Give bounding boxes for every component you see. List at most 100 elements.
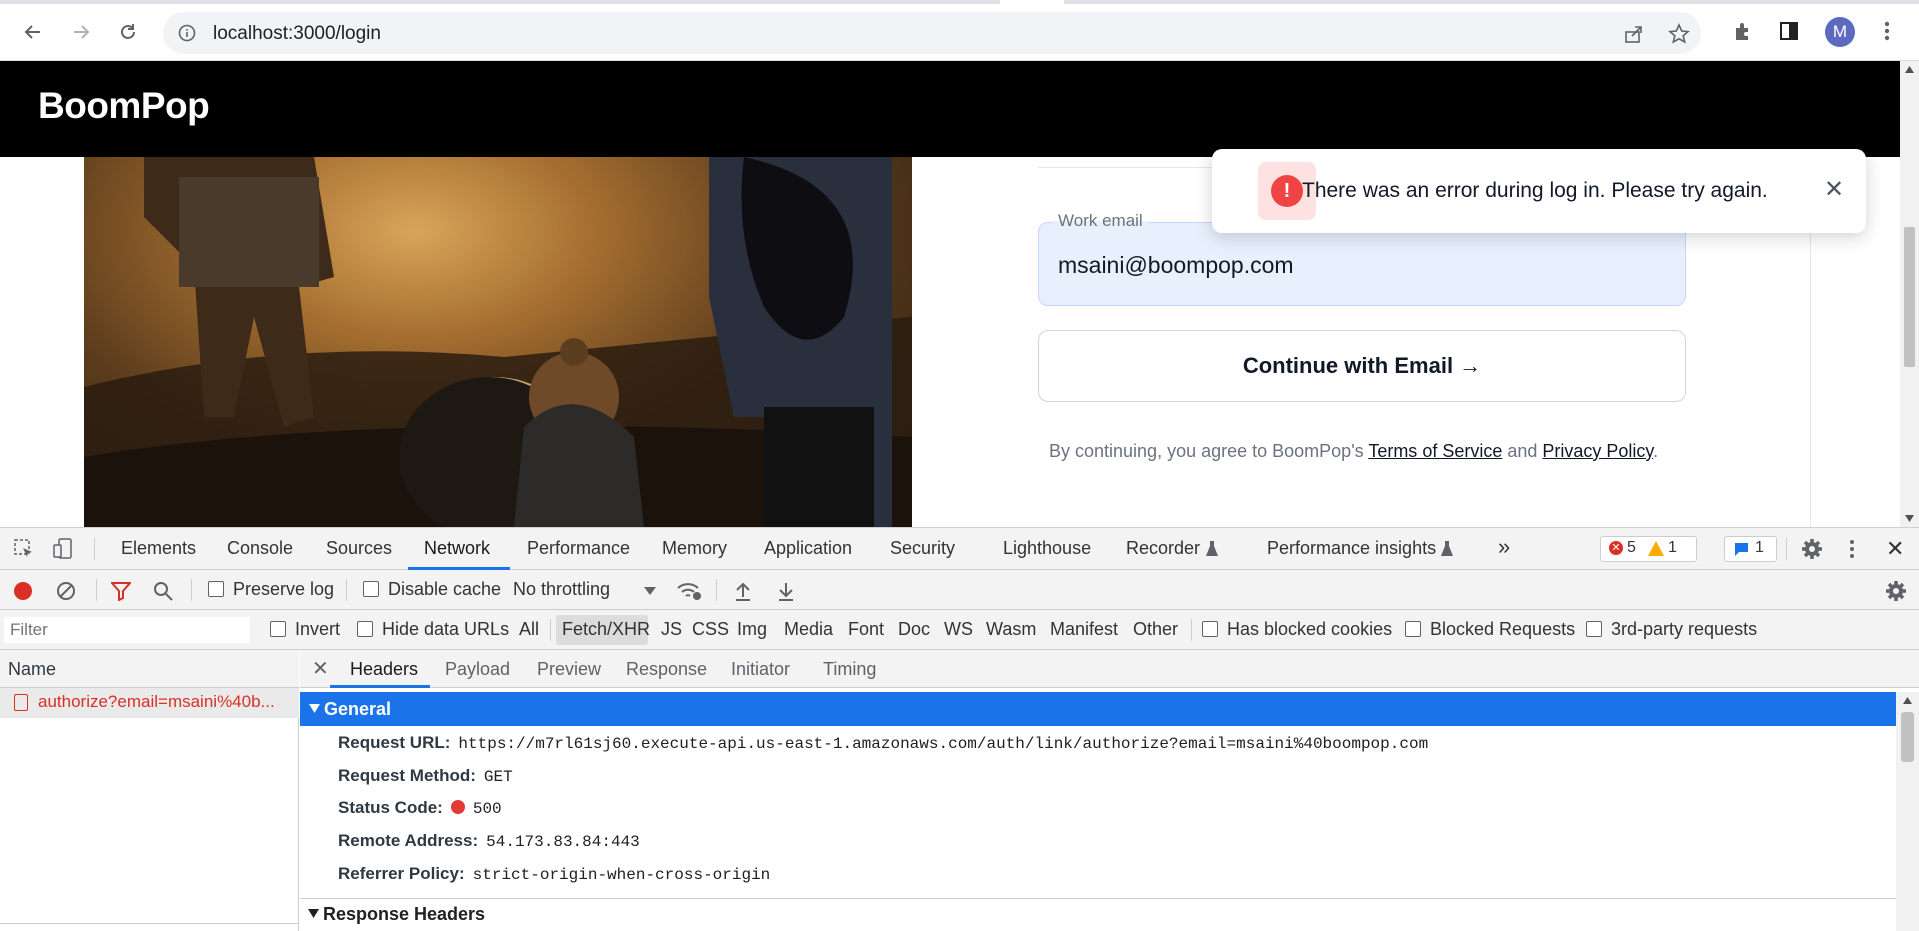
detail-scrollbar[interactable]: [1896, 692, 1919, 931]
filter-type-all[interactable]: All: [519, 619, 539, 640]
back-button[interactable]: [18, 17, 48, 47]
expand-triangle-icon[interactable]: [309, 704, 320, 713]
tab-strip: [0, 0, 1919, 4]
checkbox-icon[interactable]: [357, 621, 373, 637]
request-url-key: Request URL:: [338, 733, 451, 752]
tab-headers[interactable]: Headers: [350, 659, 418, 680]
url-text[interactable]: localhost:3000/login: [213, 23, 381, 45]
filter-input[interactable]: [4, 617, 250, 643]
third-party-requests-checkbox[interactable]: 3rd-party requests: [1586, 619, 1757, 640]
expand-triangle-icon[interactable]: [308, 909, 319, 918]
tab-performance[interactable]: Performance: [527, 538, 630, 559]
disable-cache-checkbox[interactable]: Disable cache: [363, 579, 501, 600]
filter-type-img[interactable]: Img: [737, 619, 767, 640]
detail-scrollbar-thumb[interactable]: [1901, 712, 1914, 762]
checkbox-icon[interactable]: [208, 581, 224, 597]
issue-counters[interactable]: ✕ 5 1: [1600, 536, 1697, 562]
name-column-header[interactable]: Name: [8, 659, 56, 680]
preserve-log-checkbox[interactable]: Preserve log: [208, 579, 334, 600]
tab-elements[interactable]: Elements: [121, 538, 196, 559]
network-conditions-icon[interactable]: [676, 580, 702, 602]
address-bar[interactable]: localhost:3000/login: [163, 12, 1701, 54]
tab-recorder[interactable]: Recorder: [1126, 538, 1200, 559]
invert-checkbox[interactable]: Invert: [270, 619, 340, 640]
page-scrollbar[interactable]: [1900, 61, 1919, 527]
extensions-icon[interactable]: [1730, 18, 1756, 44]
toast-close-button[interactable]: ✕: [1820, 175, 1848, 203]
tab-performance-insights[interactable]: Performance insights: [1267, 538, 1436, 559]
clear-icon[interactable]: [56, 581, 76, 601]
network-settings-gear-icon[interactable]: [1885, 580, 1907, 602]
kebab-menu-icon[interactable]: [1874, 18, 1900, 44]
settings-gear-icon[interactable]: [1801, 538, 1823, 560]
tab-preview[interactable]: Preview: [537, 659, 601, 680]
terms-text: By continuing, you agree to BoomPop's Te…: [1049, 441, 1658, 462]
checkbox-icon[interactable]: [1202, 621, 1218, 637]
bookmark-star-icon[interactable]: [1668, 23, 1690, 45]
profile-avatar[interactable]: M: [1825, 17, 1855, 47]
tab-initiator[interactable]: Initiator: [731, 659, 790, 680]
page-scrollbar-thumb[interactable]: [1904, 227, 1915, 367]
request-name[interactable]: authorize?email=msaini%40b...: [38, 692, 275, 712]
checkbox-icon[interactable]: [1405, 621, 1421, 637]
request-row[interactable]: authorize?email=msaini%40b...: [0, 688, 299, 718]
filter-type-manifest[interactable]: Manifest: [1050, 619, 1118, 640]
device-toolbar-icon[interactable]: [53, 538, 75, 560]
share-icon[interactable]: [1623, 23, 1645, 45]
response-headers-section-header[interactable]: Response Headers: [308, 904, 485, 925]
terms-of-service-link[interactable]: Terms of Service: [1368, 441, 1502, 461]
tab-timing[interactable]: Timing: [823, 659, 876, 680]
filter-type-ws[interactable]: WS: [944, 619, 973, 640]
scroll-up-icon[interactable]: [1903, 697, 1912, 704]
filter-type-media[interactable]: Media: [784, 619, 833, 640]
filter-type-js[interactable]: JS: [661, 619, 682, 640]
error-toast: ! There was an error during log in. Plea…: [1212, 149, 1866, 233]
tab-security[interactable]: Security: [890, 538, 955, 559]
work-email-value[interactable]: msaini@boompop.com: [1058, 252, 1294, 279]
dropdown-arrow-icon[interactable]: [644, 587, 656, 595]
checkbox-icon[interactable]: [363, 581, 379, 597]
reload-button[interactable]: [113, 17, 143, 47]
general-section-header[interactable]: General: [300, 692, 1896, 726]
tab-network[interactable]: Network: [424, 538, 490, 559]
has-blocked-cookies-checkbox[interactable]: Has blocked cookies: [1202, 619, 1392, 640]
boompop-logo[interactable]: BoomPop: [38, 85, 210, 127]
tab-application[interactable]: Application: [764, 538, 852, 559]
search-icon[interactable]: [153, 581, 173, 601]
tab-console[interactable]: Console: [227, 538, 293, 559]
tab-response[interactable]: Response: [626, 659, 707, 680]
scroll-down-icon[interactable]: [1905, 515, 1914, 522]
record-icon[interactable]: [14, 582, 32, 600]
continue-with-email-button[interactable]: Continue with Email →: [1038, 330, 1686, 402]
tab-lighthouse[interactable]: Lighthouse: [1003, 538, 1091, 559]
tab-sources[interactable]: Sources: [326, 538, 392, 559]
side-panel-icon[interactable]: [1776, 18, 1802, 44]
info-icon[interactable]: [178, 24, 196, 42]
scroll-up-icon[interactable]: [1905, 66, 1914, 73]
checkbox-icon[interactable]: [1586, 621, 1602, 637]
detail-close-icon[interactable]: ✕: [312, 656, 329, 681]
devtools-menu-icon[interactable]: [1849, 538, 1855, 560]
filter-type-fetch-xhr[interactable]: Fetch/XHR: [562, 619, 650, 640]
filter-type-other[interactable]: Other: [1133, 619, 1178, 640]
export-har-icon[interactable]: [777, 581, 795, 601]
hide-data-urls-checkbox[interactable]: Hide data URLs: [357, 619, 509, 640]
invert-label: Invert: [295, 619, 341, 639]
devtools-close-icon[interactable]: ✕: [1886, 536, 1904, 562]
inspect-element-icon[interactable]: [14, 539, 34, 559]
filter-type-wasm[interactable]: Wasm: [986, 619, 1036, 640]
filter-icon[interactable]: [111, 581, 131, 601]
privacy-policy-link[interactable]: Privacy Policy: [1542, 441, 1653, 461]
checkbox-icon[interactable]: [270, 621, 286, 637]
filter-type-css[interactable]: CSS: [692, 619, 729, 640]
import-har-icon[interactable]: [734, 581, 752, 601]
filter-type-doc[interactable]: Doc: [898, 619, 930, 640]
filter-type-font[interactable]: Font: [848, 619, 884, 640]
message-counter[interactable]: 1: [1724, 536, 1777, 562]
tab-payload[interactable]: Payload: [445, 659, 510, 680]
more-tabs-chevron-icon[interactable]: »: [1498, 534, 1510, 560]
throttling-select[interactable]: No throttling: [513, 579, 610, 600]
forward-button[interactable]: [66, 17, 96, 47]
tab-memory[interactable]: Memory: [662, 538, 727, 559]
blocked-requests-checkbox[interactable]: Blocked Requests: [1405, 619, 1575, 640]
